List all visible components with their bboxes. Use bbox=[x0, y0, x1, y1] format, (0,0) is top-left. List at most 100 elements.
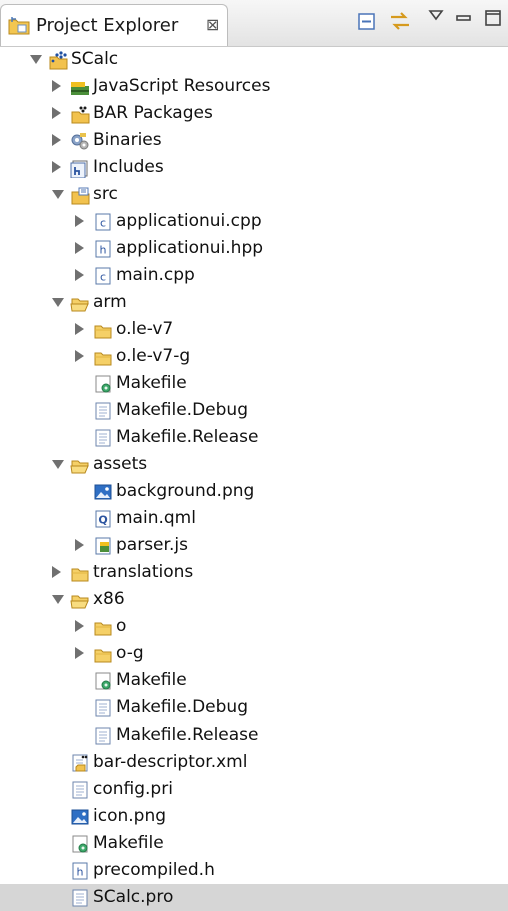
svg-text:c: c bbox=[100, 271, 106, 284]
expand-arrow-icon[interactable] bbox=[75, 350, 84, 363]
cpp-file-icon: c bbox=[95, 213, 111, 231]
tree-item[interactable]: h precompiled.h bbox=[0, 857, 508, 884]
tree-item[interactable]: SCalc bbox=[0, 46, 508, 73]
tree-item[interactable]: Makefile bbox=[0, 667, 508, 694]
expand-arrow-icon[interactable] bbox=[75, 215, 84, 228]
tree-item[interactable]: translations bbox=[0, 559, 508, 586]
folder-icon bbox=[71, 568, 89, 582]
text-file-icon bbox=[95, 699, 111, 717]
folder-icon bbox=[94, 622, 112, 636]
folder-open-icon bbox=[70, 298, 89, 312]
view-menu-icon[interactable] bbox=[428, 9, 444, 21]
close-view-icon[interactable]: ⊠ bbox=[206, 15, 219, 34]
collapse-arrow-icon[interactable] bbox=[52, 595, 64, 605]
tree-item[interactable]: Makefile.Release bbox=[0, 424, 508, 451]
project-explorer-tab[interactable]: Project Explorer ⊠ bbox=[0, 4, 228, 46]
maximize-icon[interactable] bbox=[484, 9, 502, 27]
view-tab-bar: Project Explorer ⊠ bbox=[0, 0, 508, 47]
expand-arrow-icon[interactable] bbox=[75, 323, 84, 336]
link-with-editor-icon[interactable] bbox=[388, 9, 412, 33]
includes-icon bbox=[70, 160, 88, 179]
expand-arrow-icon[interactable] bbox=[75, 647, 84, 660]
tree-item[interactable]: x86 bbox=[0, 586, 508, 613]
tree-item[interactable]: icon.png bbox=[0, 803, 508, 830]
tree-item-label: main.cpp bbox=[116, 265, 195, 286]
tree-item-label: Makefile bbox=[93, 832, 164, 853]
bb-project-icon bbox=[49, 51, 68, 70]
tree-item[interactable]: assets bbox=[0, 451, 508, 478]
expand-arrow-icon[interactable] bbox=[52, 80, 61, 93]
collapse-arrow-icon[interactable] bbox=[52, 190, 64, 200]
expand-arrow-icon[interactable] bbox=[52, 107, 61, 120]
tree-item-label: src bbox=[93, 184, 118, 205]
tree-item[interactable]: parser.js bbox=[0, 532, 508, 559]
tree-item-label: x86 bbox=[93, 589, 125, 610]
makefile-icon bbox=[72, 835, 88, 853]
expand-arrow-icon[interactable] bbox=[52, 161, 61, 174]
tree-item[interactable]: o-g bbox=[0, 640, 508, 667]
tree-item[interactable]: src bbox=[0, 181, 508, 208]
expand-arrow-icon[interactable] bbox=[52, 134, 61, 147]
tree-item-label: applicationui.hpp bbox=[116, 238, 264, 259]
tree-item[interactable]: Binaries bbox=[0, 127, 508, 154]
makefile-icon bbox=[95, 375, 111, 393]
tree-item[interactable]: SCalc.pro bbox=[0, 883, 508, 911]
tree-item[interactable]: JavaScript Resources bbox=[0, 73, 508, 100]
tree-item-label: Makefile.Debug bbox=[116, 697, 248, 718]
expand-arrow-icon[interactable] bbox=[75, 269, 84, 282]
tree-item[interactable]: c applicationui.cpp bbox=[0, 208, 508, 235]
tree-item-label: o-g bbox=[116, 643, 144, 664]
tree-item-label: Makefile bbox=[116, 670, 187, 691]
expand-arrow-icon[interactable] bbox=[75, 242, 84, 255]
tree-item[interactable]: Makefile.Debug bbox=[0, 694, 508, 721]
tree-item[interactable]: arm bbox=[0, 289, 508, 316]
tree-item[interactable]: bar-descriptor.xml bbox=[0, 749, 508, 776]
tree-item[interactable]: BAR Packages bbox=[0, 100, 508, 127]
expand-arrow-icon[interactable] bbox=[75, 539, 84, 552]
collapse-arrow-icon[interactable] bbox=[30, 55, 42, 64]
tree-item[interactable]: Makefile.Release bbox=[0, 722, 508, 749]
tree-item[interactable]: background.png bbox=[0, 478, 508, 505]
tree-item[interactable]: h applicationui.hpp bbox=[0, 235, 508, 262]
tree-item-label: SCalc.pro bbox=[93, 886, 174, 907]
source-folder-icon bbox=[71, 187, 90, 205]
collapse-arrow-icon[interactable] bbox=[52, 460, 64, 470]
tree-item-label: arm bbox=[93, 292, 127, 313]
svg-text:c: c bbox=[100, 217, 106, 230]
tree-item-label: o bbox=[116, 616, 127, 637]
tree-item[interactable]: Qmain.qml bbox=[0, 505, 508, 532]
tree-item[interactable]: o.le-v7-g bbox=[0, 343, 508, 370]
expand-arrow-icon[interactable] bbox=[75, 620, 84, 633]
tree-item-label: config.pri bbox=[93, 778, 173, 799]
tree-item[interactable]: Includes bbox=[0, 154, 508, 181]
tree-item-label: JavaScript Resources bbox=[93, 76, 271, 97]
tree-item-label: translations bbox=[93, 562, 194, 583]
text-file-icon bbox=[95, 727, 111, 744]
view-title: Project Explorer bbox=[36, 15, 179, 36]
tree-item-label: icon.png bbox=[93, 805, 167, 826]
cpp-file-icon: c bbox=[95, 267, 111, 285]
folder-open-icon bbox=[70, 595, 89, 609]
expand-arrow-icon[interactable] bbox=[52, 566, 61, 579]
tree-item-label: assets bbox=[93, 454, 148, 475]
minimize-icon[interactable] bbox=[455, 13, 473, 23]
binaries-icon bbox=[71, 133, 89, 150]
tree-item-label: Makefile.Debug bbox=[116, 400, 248, 421]
tree-item[interactable]: o.le-v7 bbox=[0, 316, 508, 343]
tree-item-label: Includes bbox=[93, 157, 164, 178]
image-file-icon bbox=[71, 809, 89, 825]
tree-item[interactable]: Makefile bbox=[0, 370, 508, 397]
tree-item[interactable]: config.pri bbox=[0, 776, 508, 803]
tree-item-label: applicationui.cpp bbox=[116, 211, 262, 232]
svg-text:Q: Q bbox=[98, 514, 107, 527]
project-explorer-icon bbox=[8, 17, 30, 35]
collapse-all-icon[interactable] bbox=[356, 11, 378, 33]
text-file-icon bbox=[95, 402, 111, 420]
folder-icon bbox=[94, 649, 112, 663]
tree-item[interactable]: o bbox=[0, 613, 508, 640]
collapse-arrow-icon[interactable] bbox=[52, 298, 64, 308]
tree-item[interactable]: Makefile bbox=[0, 830, 508, 857]
tree-item[interactable]: c main.cpp bbox=[0, 262, 508, 289]
tree-item[interactable]: Makefile.Debug bbox=[0, 397, 508, 424]
header-file-icon: h bbox=[72, 862, 88, 880]
